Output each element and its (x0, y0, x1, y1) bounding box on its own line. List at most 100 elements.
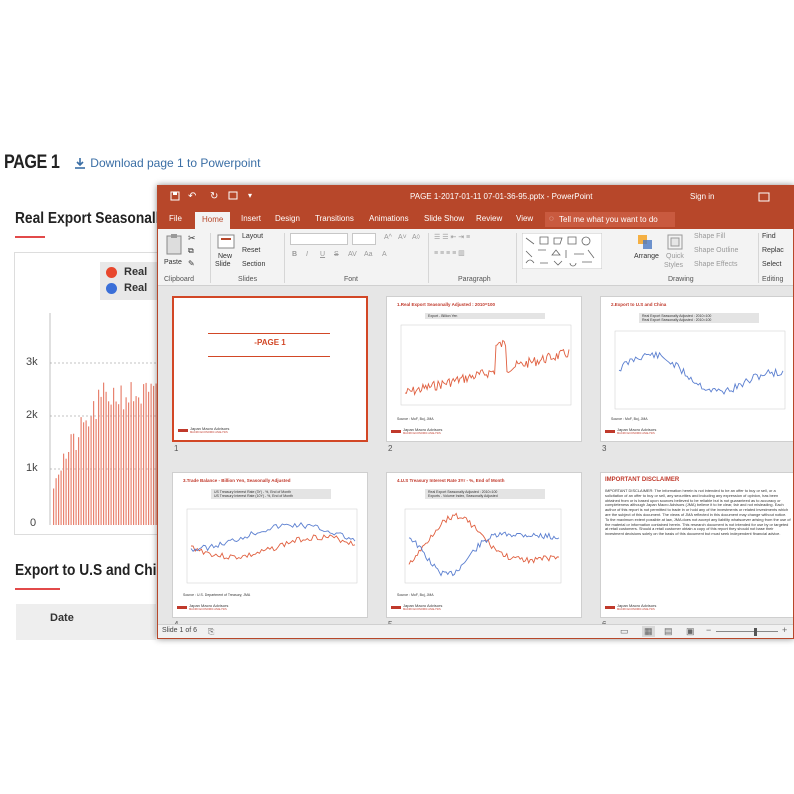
zoom-slider-thumb[interactable] (754, 628, 757, 636)
character-spacing-icon[interactable]: AV (348, 251, 357, 258)
spellcheck-icon[interactable]: ⎘ (208, 627, 214, 637)
title-rule-bottom (208, 356, 330, 357)
shape-effects-button[interactable]: Shape Effects (694, 261, 737, 268)
chart-bar (123, 409, 125, 525)
zoom-slider[interactable] (716, 631, 778, 632)
chart-bar (73, 433, 75, 525)
shape-fill-button[interactable]: Shape Fill (694, 233, 725, 240)
slideshow-view-icon[interactable]: ▣ (686, 626, 695, 637)
zoom-in-icon[interactable]: + (782, 625, 787, 635)
cut-icon[interactable]: ✂ (188, 233, 196, 244)
tab-view[interactable]: View (516, 214, 533, 223)
arrange-label[interactable]: Arrange (634, 253, 659, 260)
underline-button[interactable]: U (320, 251, 325, 258)
slide-thumbnail-3[interactable]: 2.Export to U.S and China Real Export Se… (600, 296, 793, 442)
replace-button[interactable]: Replac (762, 247, 784, 254)
chart-bar (108, 401, 110, 525)
select-button[interactable]: Select (762, 261, 781, 268)
slide-thumbnail-5[interactable]: 4.U.S Treasury Interest Rate 3Yr - %, En… (386, 472, 582, 618)
chart-bar (103, 382, 105, 525)
tab-insert[interactable]: Insert (241, 214, 261, 223)
group-label-drawing: Drawing (668, 276, 694, 283)
quick-styles-icon[interactable] (666, 233, 684, 251)
slide-5-chart (404, 508, 562, 584)
section-underline (15, 588, 60, 590)
section-title-real-export: Real Export Seasonally A (15, 210, 181, 227)
increase-font-icon[interactable]: A^ (384, 234, 392, 241)
new-slide-label-2[interactable]: Slide (215, 261, 231, 268)
tab-home[interactable]: Home (195, 212, 231, 229)
tab-animations[interactable]: Animations (369, 214, 409, 223)
download-icon (75, 157, 86, 169)
chart-bar (95, 419, 97, 525)
chart-bar (143, 384, 145, 525)
start-slideshow-icon[interactable] (228, 191, 238, 201)
change-case-icon[interactable]: Aa (364, 251, 373, 258)
y-tick-label: 0 (30, 517, 37, 529)
copy-icon[interactable]: ⧉ (188, 246, 194, 256)
group-label-editing: Editing (762, 276, 784, 283)
slide-thumbnail-6[interactable]: IMPORTANT DISCLAIMER IMPORTANT DISCLAIME… (600, 472, 793, 618)
reading-view-icon[interactable]: ▤ (664, 626, 673, 637)
slide-4-title: 3.Trade Balance - Billion Yen, Seasonall… (183, 478, 291, 483)
legend-label: Real (124, 282, 148, 294)
clear-format-icon[interactable]: A◊ (412, 234, 420, 241)
chart-bar (75, 450, 77, 525)
download-link-label[interactable]: Download page 1 to Powerpoint (90, 156, 260, 170)
tab-file[interactable]: File (169, 214, 182, 223)
bullets-icon[interactable]: ☰ ☰ ⇤ ⇥ ≡ (434, 233, 470, 241)
chart-bar (140, 403, 142, 525)
new-slide-label[interactable]: New (218, 253, 232, 260)
strikethrough-button[interactable]: S (334, 251, 339, 258)
decrease-font-icon[interactable]: A˅ (398, 234, 407, 241)
normal-view-icon[interactable]: ▭ (620, 626, 629, 637)
paste-label[interactable]: Paste (164, 259, 182, 266)
redo-icon[interactable]: ↻ (210, 191, 218, 202)
logo-subtext: MACRO ECONOMIC ANALYSIS (190, 431, 228, 434)
new-slide-icon[interactable] (216, 233, 236, 251)
align-icons[interactable]: ≡ ≡ ≡ ≡ ▥ (434, 249, 465, 257)
tab-design[interactable]: Design (275, 214, 300, 223)
background-chart-legend: Real Real (100, 262, 160, 300)
save-icon[interactable] (170, 191, 180, 201)
font-family-select[interactable] (290, 233, 348, 245)
powerpoint-window[interactable]: ↶ ↻ ▾ PAGE 1-2017-01-11 07-01-36-95.pptx… (157, 185, 794, 639)
styles-label[interactable]: Styles (664, 262, 683, 269)
format-painter-icon[interactable]: ✎ (188, 259, 195, 268)
status-bar: Slide 1 of 6 ⎘ ▭ ▦ ▤ ▣ − + (158, 624, 793, 638)
arrange-icon[interactable] (636, 233, 654, 251)
shape-outline-button[interactable]: Shape Outline (694, 247, 738, 254)
ribbon-display-icon[interactable] (758, 192, 770, 202)
tab-review[interactable]: Review (476, 214, 502, 223)
italic-button[interactable]: I (306, 251, 308, 258)
slide-sorter-view-icon[interactable]: ▦ (642, 626, 655, 637)
group-separator (428, 233, 429, 283)
find-button[interactable]: Find (762, 233, 776, 240)
customize-toolbar-icon[interactable]: ▾ (248, 191, 252, 200)
tab-transitions[interactable]: Transitions (315, 214, 354, 223)
shapes-gallery-icon[interactable] (522, 233, 602, 269)
slide-1-title: -PAGE 1 (254, 338, 286, 347)
zoom-out-icon[interactable]: − (706, 625, 711, 635)
reset-button[interactable]: Reset (242, 247, 260, 254)
sign-in-link[interactable]: Sign in (690, 192, 714, 201)
bold-button[interactable]: B (292, 251, 297, 258)
slide-3-legend: Real Export Seasonally Adjusted : 2010=1… (639, 313, 759, 323)
disclaimer-text: IMPORTANT DISCLAIMER: The information he… (605, 488, 791, 537)
font-color-icon[interactable]: A (382, 251, 387, 258)
layout-button[interactable]: Layout (242, 233, 263, 240)
quick-label[interactable]: Quick (666, 253, 684, 260)
slide-thumbnail-1[interactable]: -PAGE 1 Japan Macro Advisors MACRO ECONOM… (172, 296, 368, 442)
paste-icon[interactable] (164, 233, 184, 257)
group-separator (758, 233, 759, 283)
slide-thumbnail-2[interactable]: 1.Real Export Seasonally Adjusted : 2010… (386, 296, 582, 442)
font-size-select[interactable] (352, 233, 376, 245)
section-button[interactable]: Section (242, 261, 265, 268)
slide-thumbnail-4[interactable]: 3.Trade Balance - Billion Yen, Seasonall… (172, 472, 368, 618)
chart-bar (115, 401, 117, 525)
undo-icon[interactable]: ↶ (188, 191, 196, 202)
tab-slide-show[interactable]: Slide Show (424, 214, 464, 223)
slide-3-chart (614, 330, 786, 410)
download-link[interactable]: Download page 1 to Powerpoint (75, 156, 260, 170)
tell-me-search[interactable]: ◌ Tell me what you want to do (545, 212, 675, 227)
